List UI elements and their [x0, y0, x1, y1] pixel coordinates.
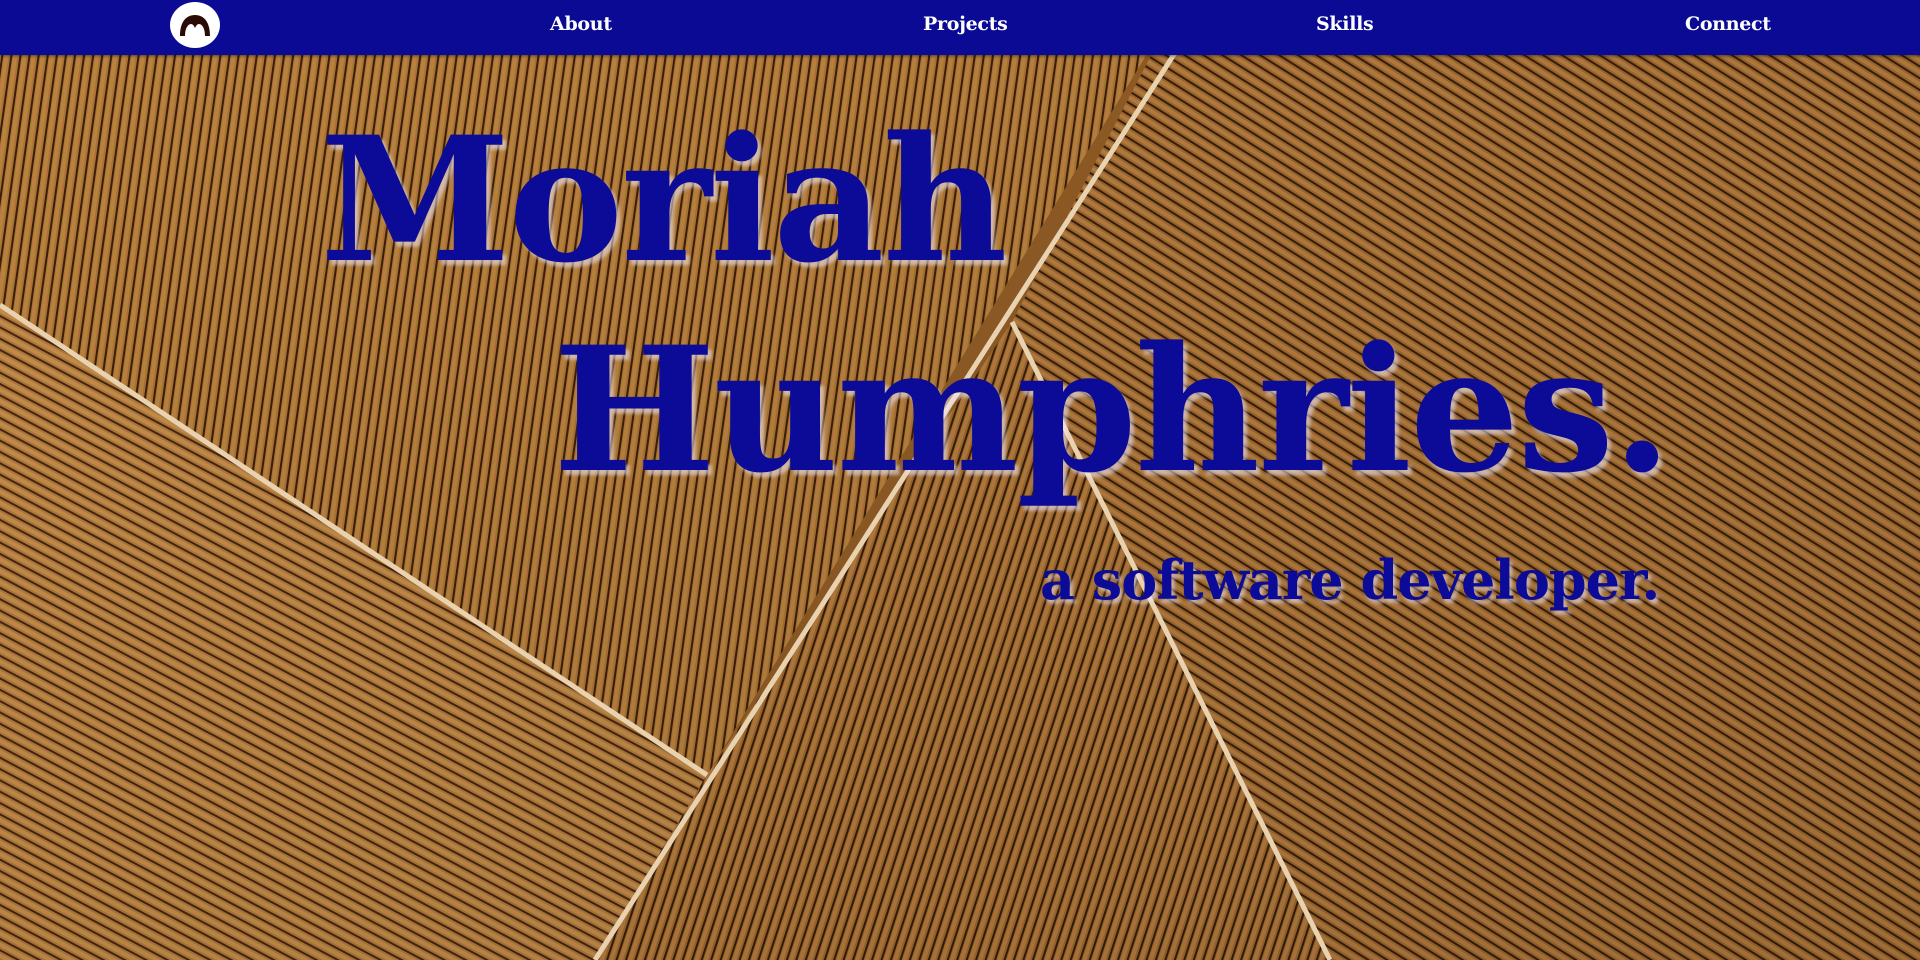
hero-last-name: Humphries.	[553, 308, 1672, 511]
nav-link-connect[interactable]: Connect	[1685, 11, 1771, 37]
nav-link-about[interactable]: About	[550, 11, 612, 37]
top-navigation: About Projects Skills Connect	[0, 0, 1920, 55]
hero-first-name: Moriah	[320, 98, 1008, 301]
hero-tagline: a software developer.	[1040, 548, 1660, 612]
nav-link-projects[interactable]: Projects	[923, 11, 1008, 37]
nav-link-skills[interactable]: Skills	[1316, 11, 1374, 37]
page: About Projects Skills Connect Moriah Hum…	[0, 0, 1920, 960]
mustache-icon	[179, 9, 211, 41]
home-logo-button[interactable]	[168, 0, 222, 50]
